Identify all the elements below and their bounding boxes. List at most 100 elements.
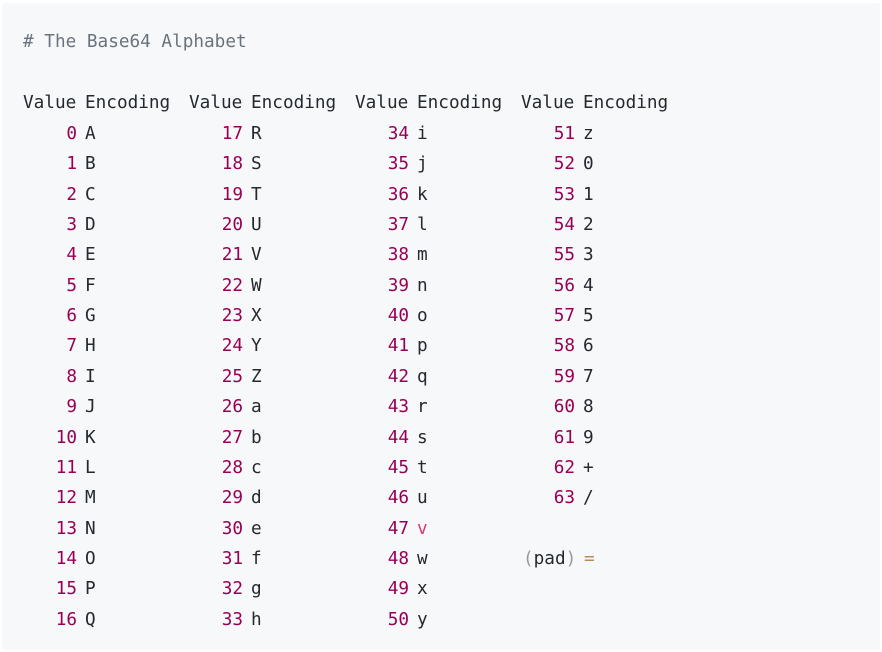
encoding-cell: P xyxy=(85,579,96,599)
encoding-cell: K xyxy=(85,428,96,448)
header-value-2: Value xyxy=(189,93,243,113)
value-cell: 34 xyxy=(387,124,409,144)
value-cell: 20 xyxy=(221,215,243,235)
encoding-cell: A xyxy=(85,124,96,144)
encoding-cell: f xyxy=(251,549,262,569)
encoding-cell: C xyxy=(85,185,96,205)
encoding-cell: 6 xyxy=(583,336,594,356)
encoding-cell: + xyxy=(583,458,594,478)
value-cell: 49 xyxy=(387,579,409,599)
pad-label: (pad) xyxy=(523,549,576,569)
encoding-cell: y xyxy=(417,610,428,630)
encoding-cell: m xyxy=(417,245,428,265)
encoding-cell: b xyxy=(251,428,262,448)
value-cell: 19 xyxy=(221,185,243,205)
encoding-cell: L xyxy=(85,458,96,478)
value-cell: 58 xyxy=(553,336,575,356)
encoding-cell: z xyxy=(583,124,594,144)
encoding-cell: 5 xyxy=(583,306,594,326)
value-cell: 61 xyxy=(553,428,575,448)
value-cell: 37 xyxy=(387,215,409,235)
value-cell: 60 xyxy=(553,397,575,417)
value-cell: 0 xyxy=(66,124,77,144)
value-cell: 45 xyxy=(387,458,409,478)
value-cell: 4 xyxy=(66,245,77,265)
encoding-cell: R xyxy=(251,124,262,144)
header-value-3: Value xyxy=(355,93,409,113)
encoding-cell: l xyxy=(417,215,428,235)
pad-encoding: = xyxy=(584,549,595,569)
encoding-cell: 1 xyxy=(583,185,594,205)
value-cell: 52 xyxy=(553,154,575,174)
encoding-cell: p xyxy=(417,336,428,356)
value-cell: 33 xyxy=(221,610,243,630)
encoding-cell: x xyxy=(417,579,428,599)
encoding-cell: j xyxy=(417,154,428,174)
value-cell: 36 xyxy=(387,185,409,205)
value-cell: 25 xyxy=(221,367,243,387)
header-encoding-3: Encoding xyxy=(417,93,503,113)
value-cell: 57 xyxy=(553,306,575,326)
header-encoding-1: Encoding xyxy=(85,93,171,113)
value-cell: 44 xyxy=(387,428,409,448)
encoding-cell: r xyxy=(417,397,428,417)
encoding-cell: Y xyxy=(251,336,262,356)
value-cell: 62 xyxy=(553,458,575,478)
value-cell: 31 xyxy=(221,549,243,569)
encoding-cell: V xyxy=(251,245,262,265)
encoding-cell: t xyxy=(417,458,428,478)
value-cell: 43 xyxy=(387,397,409,417)
encoding-cell: s xyxy=(417,428,428,448)
value-cell: 63 xyxy=(553,488,575,508)
value-cell: 48 xyxy=(387,549,409,569)
encoding-cell: i xyxy=(417,124,428,144)
encoding-cell: n xyxy=(417,276,428,296)
encoding-cell: D xyxy=(85,215,96,235)
value-cell: 10 xyxy=(55,428,77,448)
value-cell: 30 xyxy=(221,519,243,539)
encoding-cell: 7 xyxy=(583,367,594,387)
encoding-cell: F xyxy=(85,276,96,296)
encoding-cell: w xyxy=(417,549,428,569)
encoding-cell: o xyxy=(417,306,428,326)
encoding-cell: g xyxy=(251,579,262,599)
value-cell: 26 xyxy=(221,397,243,417)
comment-line: # The Base64 Alphabet xyxy=(23,32,247,52)
pad-text: pad xyxy=(533,549,566,569)
value-cell: 21 xyxy=(221,245,243,265)
value-cell: 59 xyxy=(553,367,575,387)
encoding-cell: U xyxy=(251,215,262,235)
value-cell: 29 xyxy=(221,488,243,508)
value-cell: 6 xyxy=(66,306,77,326)
encoding-cell: 4 xyxy=(583,276,594,296)
encoding-cell: 9 xyxy=(583,428,594,448)
value-cell: 17 xyxy=(221,124,243,144)
value-cell: 3 xyxy=(66,215,77,235)
encoding-cell: Z xyxy=(251,367,262,387)
value-cell: 32 xyxy=(221,579,243,599)
encoding-cell: v xyxy=(417,519,428,539)
encoding-cell: 3 xyxy=(583,245,594,265)
value-cell: 23 xyxy=(221,306,243,326)
encoding-cell: M xyxy=(85,488,96,508)
encoding-cell: G xyxy=(85,306,96,326)
value-cell: 9 xyxy=(66,397,77,417)
value-cell: 46 xyxy=(387,488,409,508)
encoding-cell: Q xyxy=(85,610,96,630)
value-cell: 1 xyxy=(66,154,77,174)
value-cell: 51 xyxy=(553,124,575,144)
encoding-cell: X xyxy=(251,306,262,326)
value-cell: 7 xyxy=(66,336,77,356)
value-cell: 22 xyxy=(221,276,243,296)
encoding-cell: h xyxy=(251,610,262,630)
value-cell: 27 xyxy=(221,428,243,448)
value-cell: 54 xyxy=(553,215,575,235)
value-cell: 24 xyxy=(221,336,243,356)
pad-open-paren: ( xyxy=(523,549,534,569)
value-cell: 41 xyxy=(387,336,409,356)
value-cell: 38 xyxy=(387,245,409,265)
encoding-cell: E xyxy=(85,245,96,265)
value-cell: 50 xyxy=(387,610,409,630)
encoding-cell: O xyxy=(85,549,96,569)
value-cell: 55 xyxy=(553,245,575,265)
